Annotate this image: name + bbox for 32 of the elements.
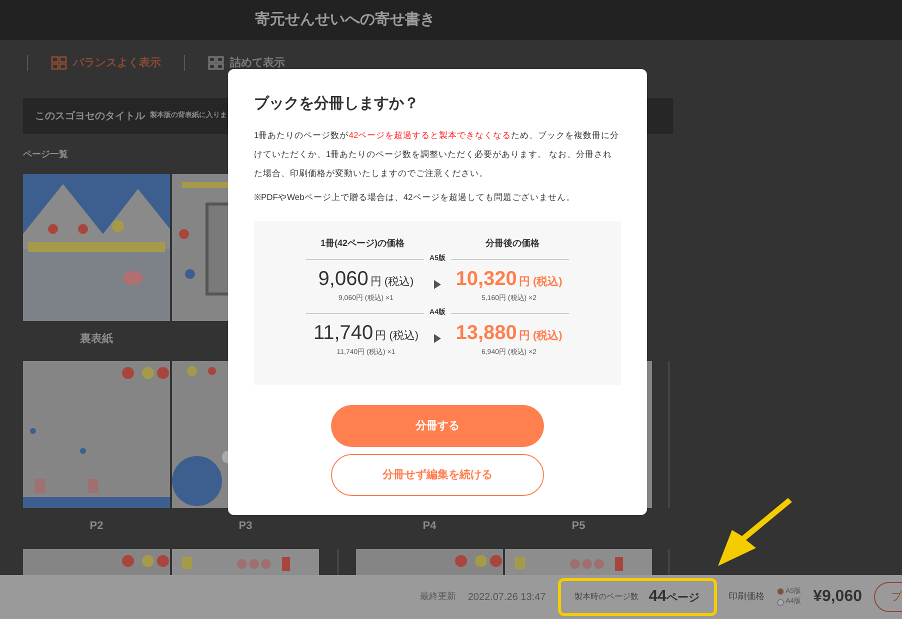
dialog-message: 1冊あたりのページ数が42ページを超過すると製本できなくなる ため、ブックを複数冊に分けていただくか、1冊あたりのページ数を調整いただく必要があります。 なお、分冊された場合、印刷価格が変動いたしますのでご注意ください。 — [254, 128, 620, 180]
page-count-label: 製本時のページ数 — [574, 591, 639, 603]
price-unit: 円 (税込) — [518, 274, 562, 290]
page-title: 寄元せんせいへの寄せ書き — [255, 10, 435, 30]
updated-time: 2022.07.26 13:47 — [468, 590, 546, 604]
column-heading: 1冊(42ページ)の価格 — [319, 237, 406, 250]
page-label: P5 — [570, 519, 586, 534]
split-button[interactable]: 分冊する — [331, 405, 544, 448]
page-count: 44 — [648, 587, 666, 607]
page-label: P3 — [238, 519, 254, 534]
order-button[interactable]: プ — [874, 582, 902, 612]
price-value: 10,320 — [456, 267, 517, 292]
view-option[interactable]: バランスよく表示 — [27, 54, 184, 72]
price-unit: 円 (税込) — [518, 328, 562, 344]
updated-label: 最終更新 — [420, 590, 456, 604]
price-value: 9,060 — [318, 267, 368, 292]
section-heading: ページ一覧 — [23, 148, 68, 161]
dialog-title: ブックを分冊しますか？ — [254, 94, 420, 114]
column-heading: 分冊後の価格 — [484, 237, 540, 250]
price-label: 印刷価格 — [728, 590, 764, 604]
book-title: このスゴヨセのタイトル — [35, 110, 145, 124]
page-label: P4 — [422, 519, 438, 534]
page-label: P2 — [88, 519, 104, 534]
price-value: 11,740 — [313, 321, 374, 346]
price-unit: 円 (税込) — [375, 329, 419, 344]
price-unit: 円 (税込) — [370, 275, 414, 290]
page-label: 裏表紙 — [79, 332, 114, 346]
continue-button[interactable]: 分冊せず編集を続ける — [331, 454, 544, 496]
dialog-note: ※PDFやWebページ上で贈る場合は、42ページを超過しても問題ございません。 — [254, 190, 576, 204]
price: ¥9,060 — [813, 587, 862, 607]
price-value: 13,880 — [456, 321, 517, 346]
page-unit: ページ — [666, 591, 700, 606]
